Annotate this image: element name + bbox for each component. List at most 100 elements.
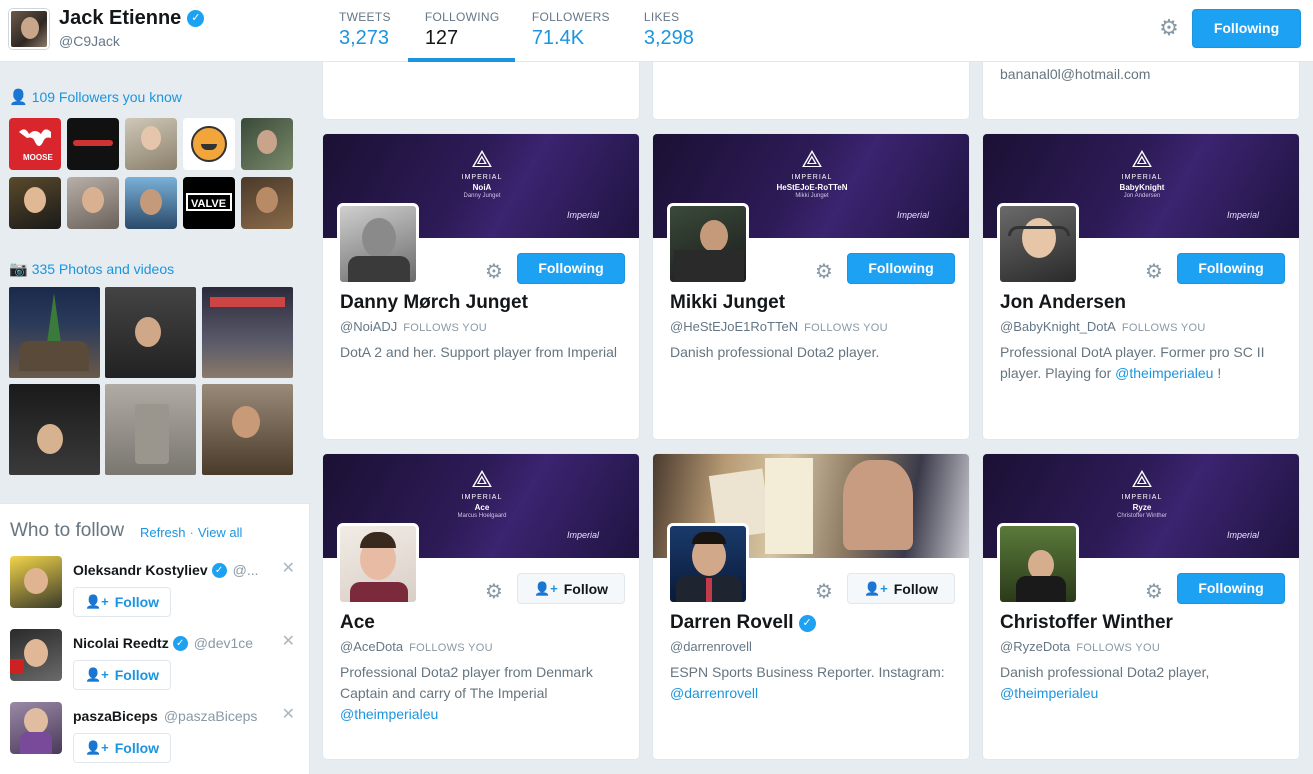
profile-name-text[interactable]: Jack Etienne	[59, 7, 181, 30]
profile-card-avatar[interactable]	[667, 203, 749, 285]
handle-text[interactable]: @AceDota	[340, 639, 403, 654]
media-thumbnail[interactable]	[9, 287, 100, 378]
bio-mention-link[interactable]: @darrenrovell	[670, 685, 758, 701]
follower-avatar[interactable]	[67, 118, 119, 170]
media-thumbnail[interactable]	[105, 384, 196, 475]
bio-email: bananal0l@hotmail.com	[1000, 66, 1151, 82]
profile-card-partial[interactable]	[322, 62, 640, 120]
handle-text[interactable]: @RyzeDota	[1000, 639, 1070, 654]
follower-avatar[interactable]	[9, 177, 61, 229]
following-button[interactable]: Following	[1177, 573, 1285, 604]
bio-mention-link[interactable]: @theimperialeu	[1115, 365, 1213, 381]
follow-button[interactable]: 👤+ Follow	[73, 587, 171, 617]
followers-you-know-link[interactable]: 👤 109 Followers you know	[9, 88, 182, 106]
gear-icon[interactable]: ⚙	[1145, 579, 1163, 604]
handle-text[interactable]: @NoiADJ	[340, 319, 397, 334]
profile-card-avatar[interactable]	[337, 523, 419, 605]
suggested-user-name[interactable]: paszaBiceps @paszaBiceps	[73, 708, 257, 724]
stat-tweets[interactable]: TWEETS 3,273	[322, 0, 408, 62]
stat-followers[interactable]: FOLLOWERS 71.4K	[515, 0, 627, 62]
follower-avatar[interactable]	[67, 177, 119, 229]
profile-stats: TWEETS 3,273 FOLLOWING 127 FOLLOWERS 71.…	[322, 0, 711, 62]
suggested-user-name[interactable]: Oleksandr Kostyliev ✓ @...	[73, 562, 259, 578]
follower-avatar[interactable]: MOOSE	[9, 118, 61, 170]
gear-icon[interactable]: ⚙	[1145, 259, 1163, 284]
profile-navbar: Jack Etienne ✓ @C9Jack TWEETS 3,273 FOLL…	[0, 0, 1313, 62]
profile-card-bio: Danish professional Dota2 player.	[670, 342, 958, 363]
profile-card[interactable]: ⚙ 👤+ Follow Darren Rovell ✓ @darrenrovel…	[652, 453, 970, 760]
who-to-follow-module: Who to follow Refresh · View all Oleksandr…	[0, 503, 310, 774]
suggested-user-name[interactable]: Nicolai Reedtz ✓ @dev1ce	[73, 635, 253, 651]
follow-button[interactable]: 👤+ Follow	[73, 733, 171, 763]
view-all-link[interactable]: View all	[198, 525, 243, 540]
follower-avatar[interactable]: VALVE	[183, 177, 235, 229]
bio-mention-link[interactable]: @theimperialeu	[1000, 685, 1098, 701]
imperial-logo: ⟁ IMPERIAL Ace Marcus Hoelgaard	[422, 468, 542, 520]
refresh-link[interactable]: Refresh	[140, 525, 186, 540]
suggested-user: Oleksandr Kostyliev ✓ @... ✕ 👤+ Follow	[10, 556, 305, 617]
profile-card-avatar[interactable]	[997, 523, 1079, 605]
banner-signature: Imperial	[1226, 210, 1259, 220]
banner-signature: Imperial	[566, 210, 599, 220]
profile-card-partial[interactable]: bananal0l@hotmail.com	[982, 62, 1300, 120]
profile-name[interactable]: Jack Etienne ✓	[59, 7, 205, 30]
profile-card-name[interactable]: Danny Mørch Junget	[340, 292, 528, 314]
follow-button[interactable]: 👤+ Follow	[517, 573, 625, 604]
media-thumbnail[interactable]	[202, 287, 293, 378]
following-button[interactable]: Following	[1192, 9, 1301, 48]
profile-card-name[interactable]: Ace	[340, 612, 375, 634]
suggested-user-avatar[interactable]	[10, 702, 62, 754]
stat-likes[interactable]: LIKES 3,298	[627, 0, 711, 62]
profile-card[interactable]: ⟁ IMPERIAL HeStEJoE-RoTTeN Mikki Junget …	[652, 133, 970, 440]
profile-card[interactable]: ⟁ IMPERIAL Ace Marcus Hoelgaard Imperial…	[322, 453, 640, 760]
add-user-icon: 👤+	[84, 594, 109, 609]
handle-text[interactable]: @darrenrovell	[670, 639, 752, 654]
gear-icon[interactable]: ⚙	[485, 579, 503, 604]
gear-icon[interactable]: ⚙	[1158, 17, 1180, 39]
suggested-user-avatar[interactable]	[10, 556, 62, 608]
profile-card-avatar[interactable]	[337, 203, 419, 285]
handle-text[interactable]: @HeStEJoE1RoTTeN	[670, 319, 798, 334]
profile-card-name[interactable]: Jon Andersen	[1000, 292, 1126, 314]
profile-card-name[interactable]: Christoffer Winther	[1000, 612, 1173, 634]
dismiss-icon[interactable]: ✕	[282, 631, 295, 651]
following-button[interactable]: Following	[1177, 253, 1285, 284]
follower-avatar[interactable]	[241, 177, 293, 229]
following-button[interactable]: Following	[847, 253, 955, 284]
follower-avatar[interactable]	[241, 118, 293, 170]
profile-card-partial[interactable]	[652, 62, 970, 120]
dismiss-icon[interactable]: ✕	[282, 704, 295, 724]
banner-signature: Imperial	[896, 210, 929, 220]
profile-avatar[interactable]	[9, 9, 49, 49]
verified-icon: ✓	[798, 614, 816, 632]
valve-logo-icon: VALVE	[186, 193, 232, 211]
stat-following[interactable]: FOLLOWING 127	[407, 0, 515, 62]
follower-avatar[interactable]	[183, 118, 235, 170]
dismiss-icon[interactable]: ✕	[282, 558, 295, 578]
bio-mention-link[interactable]: @theimperialeu	[340, 706, 438, 722]
profile-card-name[interactable]: Mikki Junget	[670, 292, 785, 314]
profile-card[interactable]: ⟁ IMPERIAL Ryze Christoffer Winther Impe…	[982, 453, 1300, 760]
media-thumbnail[interactable]	[105, 287, 196, 378]
media-thumbnail[interactable]	[202, 384, 293, 475]
banner-brand: IMPERIAL	[461, 494, 503, 501]
banner-brand: IMPERIAL	[791, 174, 833, 181]
media-thumbnail[interactable]	[9, 384, 100, 475]
gear-icon[interactable]: ⚙	[815, 579, 833, 604]
photos-videos-link[interactable]: 📷 335 Photos and videos	[9, 260, 174, 278]
follower-avatar[interactable]	[125, 177, 177, 229]
follow-button[interactable]: 👤+ Follow	[73, 660, 171, 690]
suggested-user-avatar[interactable]	[10, 629, 62, 681]
profile-card-name[interactable]: Darren Rovell ✓	[670, 612, 816, 634]
profile-card[interactable]: ⟁ IMPERIAL NoiA Danny Junget Imperial ⚙ …	[322, 133, 640, 440]
profile-card[interactable]: ⟁ IMPERIAL BabyKnight Jon Andersen Imper…	[982, 133, 1300, 440]
gear-icon[interactable]: ⚙	[815, 259, 833, 284]
follower-avatar[interactable]	[125, 118, 177, 170]
gear-icon[interactable]: ⚙	[485, 259, 503, 284]
follow-button[interactable]: 👤+ Follow	[847, 573, 955, 604]
profile-card-avatar[interactable]	[997, 203, 1079, 285]
profile-card-avatar[interactable]	[667, 523, 749, 605]
handle-text[interactable]: @BabyKnight_DotA	[1000, 319, 1116, 334]
verified-icon: ✓	[172, 635, 188, 651]
following-button[interactable]: Following	[517, 253, 625, 284]
